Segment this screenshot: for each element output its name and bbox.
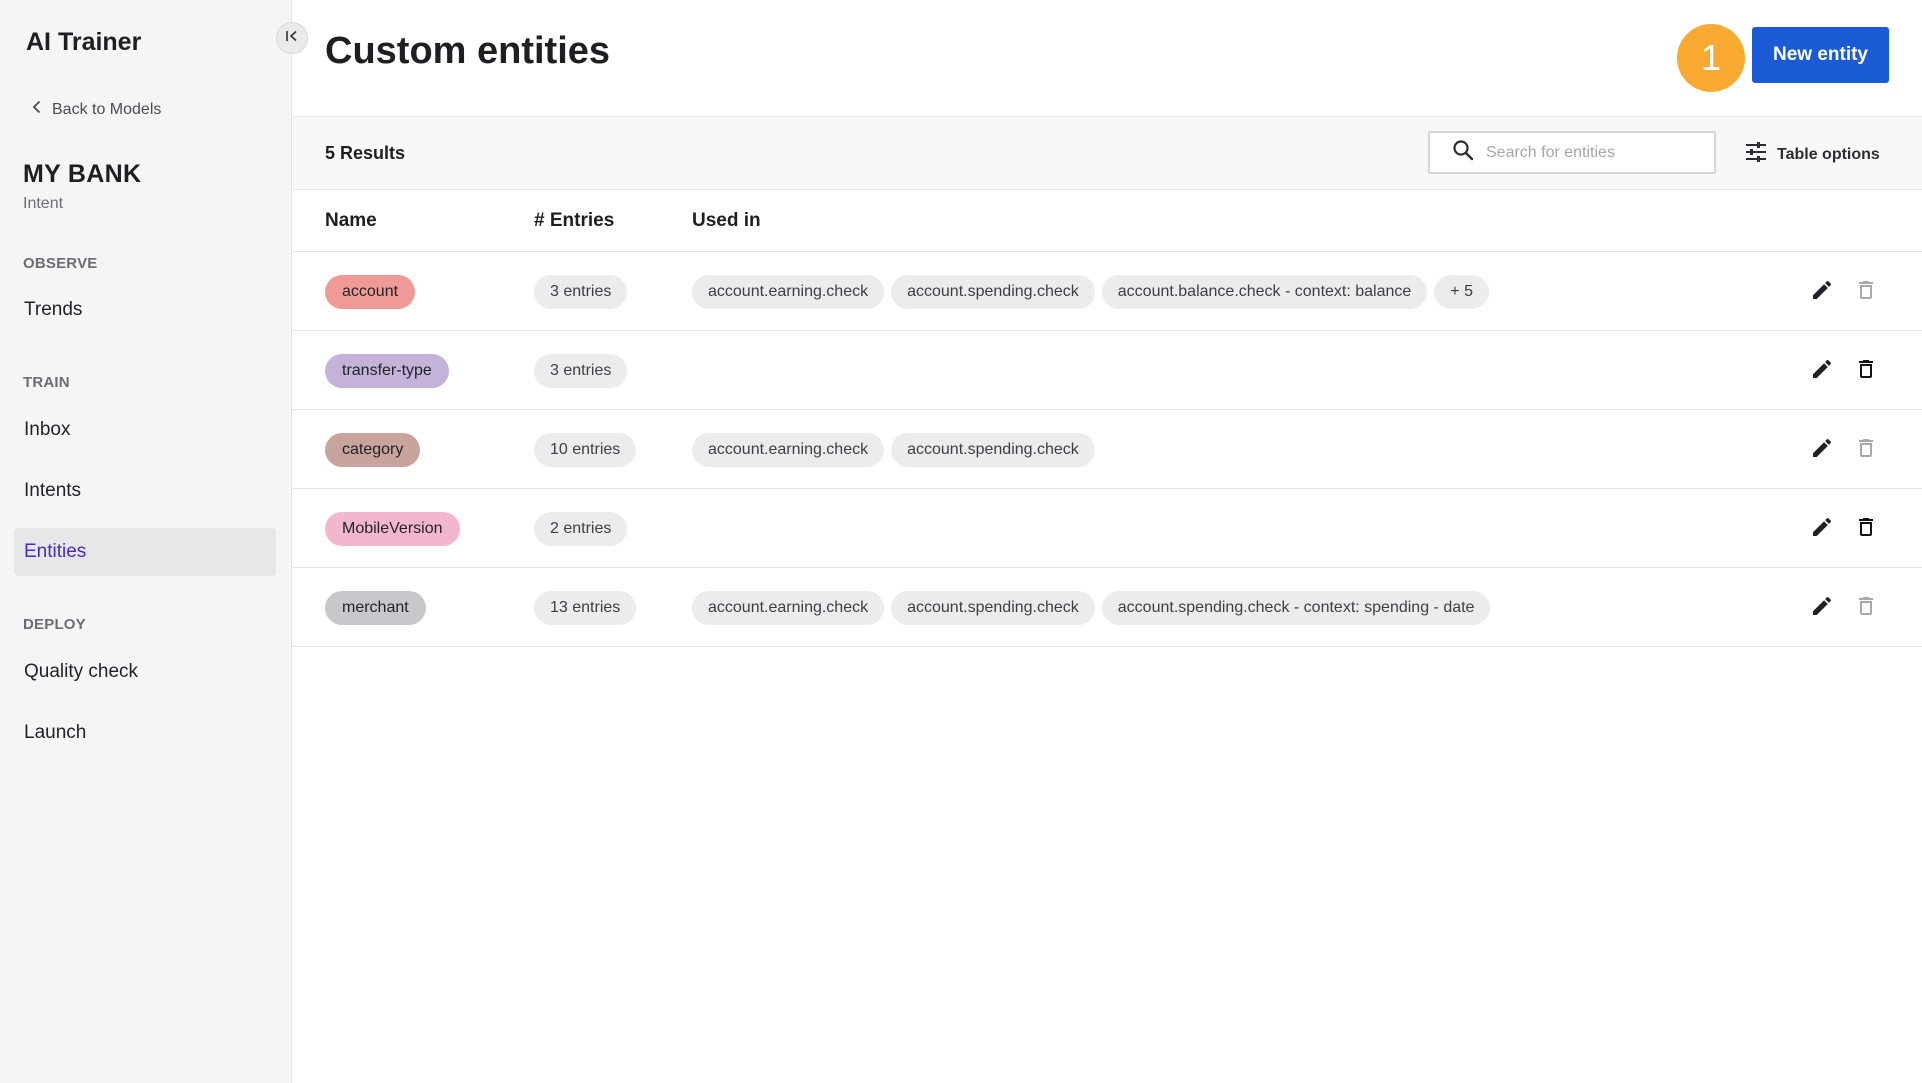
entries-count-pill: 3 entries	[534, 354, 628, 388]
nav-item-entities[interactable]: Entities	[14, 528, 276, 576]
delete-button-disabled	[1852, 594, 1880, 622]
delete-button[interactable]	[1852, 515, 1880, 543]
entity-name-pill[interactable]: merchant	[325, 591, 426, 625]
used-in-pill[interactable]: account.spending.check	[891, 591, 1095, 625]
nav-item-intents[interactable]: Intents	[14, 467, 276, 515]
used-in-more-pill[interactable]: + 5	[1434, 275, 1489, 309]
table-row: category 10 entries account.earning.chec…	[293, 410, 1922, 489]
used-in-pill[interactable]: account.spending.check	[891, 433, 1095, 467]
model-name: MY BANK	[23, 160, 142, 188]
search-icon	[1452, 139, 1474, 166]
pencil-icon	[1810, 278, 1834, 307]
back-to-models-link[interactable]: Back to Models	[32, 100, 161, 119]
entries-count-pill: 10 entries	[534, 433, 637, 467]
nav-item-launch[interactable]: Launch	[14, 709, 276, 757]
entity-name-pill[interactable]: account	[325, 275, 416, 309]
results-toolbar: 5 Results Table options	[293, 116, 1922, 190]
used-in-pill[interactable]: account.earning.check	[692, 433, 885, 467]
nav-item-trends[interactable]: Trends	[14, 286, 276, 334]
used-in-pill[interactable]: account.balance.check - context: balance	[1101, 275, 1428, 309]
table-row: MobileVersion 2 entries	[293, 489, 1922, 568]
used-in-list: account.earning.check account.spending.c…	[692, 591, 1491, 625]
pencil-icon	[1810, 436, 1834, 465]
pencil-icon	[1810, 357, 1834, 386]
delete-button-disabled	[1852, 278, 1880, 306]
table-header: Name # Entries Used in	[293, 190, 1922, 252]
trash-icon	[1854, 357, 1878, 386]
edit-button[interactable]	[1808, 594, 1836, 622]
collapse-left-icon	[285, 29, 299, 48]
used-in-pill[interactable]: account.earning.check	[692, 591, 885, 625]
results-count: 5 Results	[325, 143, 406, 163]
section-label-deploy: DEPLOY	[23, 616, 86, 633]
back-to-models-label: Back to Models	[52, 100, 162, 118]
column-header-entries[interactable]: # Entries	[534, 210, 614, 232]
used-in-list: account.earning.check account.spending.c…	[692, 433, 1095, 467]
entity-name-pill[interactable]: MobileVersion	[325, 512, 460, 546]
entity-name-pill[interactable]: transfer-type	[325, 354, 449, 388]
step-badge: 1	[1677, 24, 1745, 92]
edit-button[interactable]	[1808, 278, 1836, 306]
page-title: Custom entities	[325, 30, 611, 72]
chevron-left-icon	[32, 100, 42, 119]
used-in-pill[interactable]: account.spending.check	[891, 275, 1095, 309]
used-in-pill[interactable]: account.spending.check - context: spendi…	[1101, 591, 1491, 625]
entries-count-pill: 3 entries	[534, 275, 628, 309]
column-header-name[interactable]: Name	[325, 210, 377, 232]
search-box	[1428, 131, 1716, 174]
trash-outline-icon	[1854, 278, 1878, 307]
delete-button-disabled	[1852, 436, 1880, 464]
trash-icon	[1854, 515, 1878, 544]
sliders-icon	[1745, 141, 1767, 168]
app-title: AI Trainer	[26, 28, 142, 56]
pencil-icon	[1810, 515, 1834, 544]
edit-button[interactable]	[1808, 357, 1836, 385]
nav-item-quality-check[interactable]: Quality check	[14, 648, 276, 696]
entries-count-pill: 2 entries	[534, 512, 628, 546]
table-row: transfer-type 3 entries	[293, 331, 1922, 410]
section-label-train: TRAIN	[23, 374, 70, 391]
table-row: merchant 13 entries account.earning.chec…	[293, 568, 1922, 647]
edit-button[interactable]	[1808, 515, 1836, 543]
edit-button[interactable]	[1808, 436, 1836, 464]
delete-button[interactable]	[1852, 357, 1880, 385]
table-options-label: Table options	[1777, 145, 1880, 163]
entity-name-pill[interactable]: category	[325, 433, 421, 467]
entries-count-pill: 13 entries	[534, 591, 637, 625]
model-type: Intent	[23, 195, 64, 212]
trash-outline-icon	[1854, 436, 1878, 465]
table-options-button[interactable]: Table options	[1745, 141, 1880, 168]
nav-item-inbox[interactable]: Inbox	[14, 406, 276, 454]
new-entity-button[interactable]: New entity	[1752, 27, 1889, 83]
sidebar: AI Trainer Back to Models MY BANK Intent…	[0, 0, 292, 1083]
table-row: account 3 entries account.earning.check …	[293, 252, 1922, 331]
section-label-observe: OBSERVE	[23, 255, 98, 272]
pencil-icon	[1810, 594, 1834, 623]
used-in-pill[interactable]: account.earning.check	[692, 275, 885, 309]
search-input[interactable]	[1486, 143, 1706, 162]
column-header-used-in: Used in	[692, 210, 761, 231]
trash-outline-icon	[1854, 594, 1878, 623]
collapse-sidebar-button[interactable]	[276, 22, 308, 54]
used-in-list: account.earning.check account.spending.c…	[692, 275, 1489, 309]
